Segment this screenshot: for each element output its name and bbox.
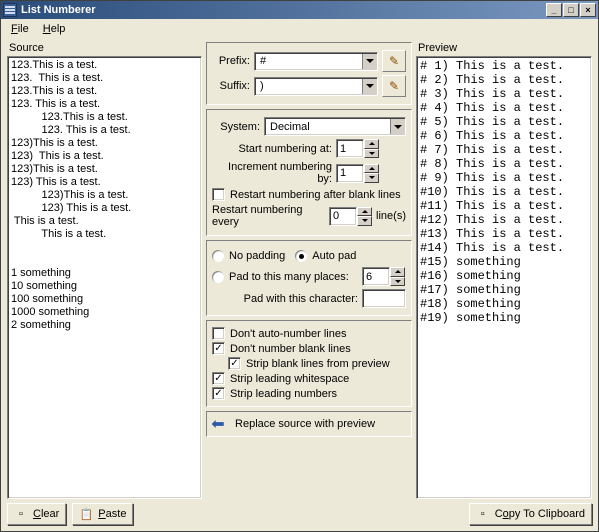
pad-places-spinner[interactable] — [362, 267, 406, 286]
preview-label: Preview — [418, 42, 592, 54]
auto-pad-label: Auto pad — [312, 250, 356, 262]
app-icon — [3, 3, 17, 17]
system-label: System: — [212, 121, 260, 133]
settings-panel: Prefix: # ✎ Suffix: ) ✎ System: — [206, 42, 412, 525]
start-at-label: Start numbering at: — [212, 143, 332, 155]
menu-file[interactable]: File — [5, 21, 35, 37]
restart-every-spinner[interactable] — [329, 207, 372, 226]
restart-every-label-pre: Restart numbering every — [212, 204, 325, 228]
dont-auto-label: Don't auto-number lines — [230, 328, 346, 340]
restart-blank-checkbox[interactable] — [212, 188, 225, 201]
strip-leading-nums-checkbox[interactable]: ✓ — [212, 387, 225, 400]
prefix-suffix-group: Prefix: # ✎ Suffix: ) ✎ — [206, 42, 412, 105]
strip-leading-ws-label: Strip leading whitespace — [230, 373, 349, 385]
prefix-label: Prefix: — [212, 55, 250, 67]
replace-link[interactable]: Replace source with preview — [235, 418, 375, 430]
preview-panel: Preview # 1) This is a test. # 2) This i… — [416, 42, 592, 525]
pad-char-input[interactable] — [362, 289, 406, 308]
options-group: Don't auto-number lines ✓ Don't number b… — [206, 320, 412, 407]
strip-leading-ws-checkbox[interactable]: ✓ — [212, 372, 225, 385]
auto-pad-radio[interactable] — [295, 250, 307, 262]
maximize-button[interactable]: □ — [563, 3, 579, 17]
restart-blank-label: Restart numbering after blank lines — [230, 189, 401, 201]
arrow-left-icon: ⬅ — [207, 414, 229, 434]
pad-places-label: Pad to this many places: — [229, 271, 349, 283]
start-at-spinner[interactable] — [336, 139, 380, 158]
dont-blank-checkbox[interactable]: ✓ — [212, 342, 225, 355]
increment-label: Increment numbering by: — [212, 161, 332, 185]
prefix-edit-button[interactable]: ✎ — [382, 50, 406, 72]
dont-auto-checkbox[interactable] — [212, 327, 225, 340]
source-textarea[interactable]: 123.This is a test. 123. This is a test.… — [7, 56, 202, 499]
client-area: Source 123.This is a test. 123. This is … — [1, 38, 598, 531]
clear-button[interactable]: ▫ Clear — [7, 503, 66, 525]
padding-group: No padding Auto pad Pad to this many pla… — [206, 240, 412, 316]
suffix-label: Suffix: — [212, 80, 250, 92]
prefix-combo[interactable]: # — [254, 52, 378, 71]
strip-leading-nums-label: Strip leading numbers — [230, 388, 337, 400]
replace-group: ⬅ Replace source with preview — [206, 411, 412, 437]
clear-icon: ▫ — [14, 507, 28, 521]
minimize-button[interactable]: _ — [546, 3, 562, 17]
pad-places-radio[interactable] — [212, 271, 224, 283]
source-label: Source — [9, 42, 202, 54]
menu-help[interactable]: Help — [37, 21, 72, 37]
menubar: File Help — [1, 19, 598, 38]
system-combo[interactable]: Decimal — [264, 117, 406, 136]
copy-clipboard-button[interactable]: ▫ Copy To Clipboard — [469, 503, 592, 525]
close-button[interactable]: × — [580, 3, 596, 17]
window-title: List Numberer — [21, 4, 546, 16]
paste-button[interactable]: 📋 Paste — [72, 503, 133, 525]
main-window: List Numberer _ □ × File Help Source 123… — [0, 0, 599, 532]
strip-blank-preview-checkbox[interactable]: ✓ — [228, 357, 241, 370]
titlebar: List Numberer _ □ × — [1, 1, 598, 19]
no-padding-radio[interactable] — [212, 250, 224, 262]
paste-icon: 📋 — [79, 507, 93, 521]
suffix-combo[interactable]: ) — [254, 77, 378, 96]
preview-textarea[interactable]: # 1) This is a test. # 2) This is a test… — [416, 56, 592, 499]
copy-icon: ▫ — [476, 507, 490, 521]
suffix-edit-button[interactable]: ✎ — [382, 75, 406, 97]
pad-char-label: Pad with this character: — [212, 293, 358, 305]
dont-blank-label: Don't number blank lines — [230, 343, 351, 355]
source-panel: Source 123.This is a test. 123. This is … — [7, 42, 202, 525]
restart-every-label-post: line(s) — [376, 210, 406, 222]
no-padding-label: No padding — [229, 250, 285, 262]
numbering-group: System: Decimal Start numbering at: Incr… — [206, 109, 412, 236]
strip-blank-preview-label: Strip blank lines from preview — [246, 358, 390, 370]
increment-spinner[interactable] — [336, 164, 380, 183]
